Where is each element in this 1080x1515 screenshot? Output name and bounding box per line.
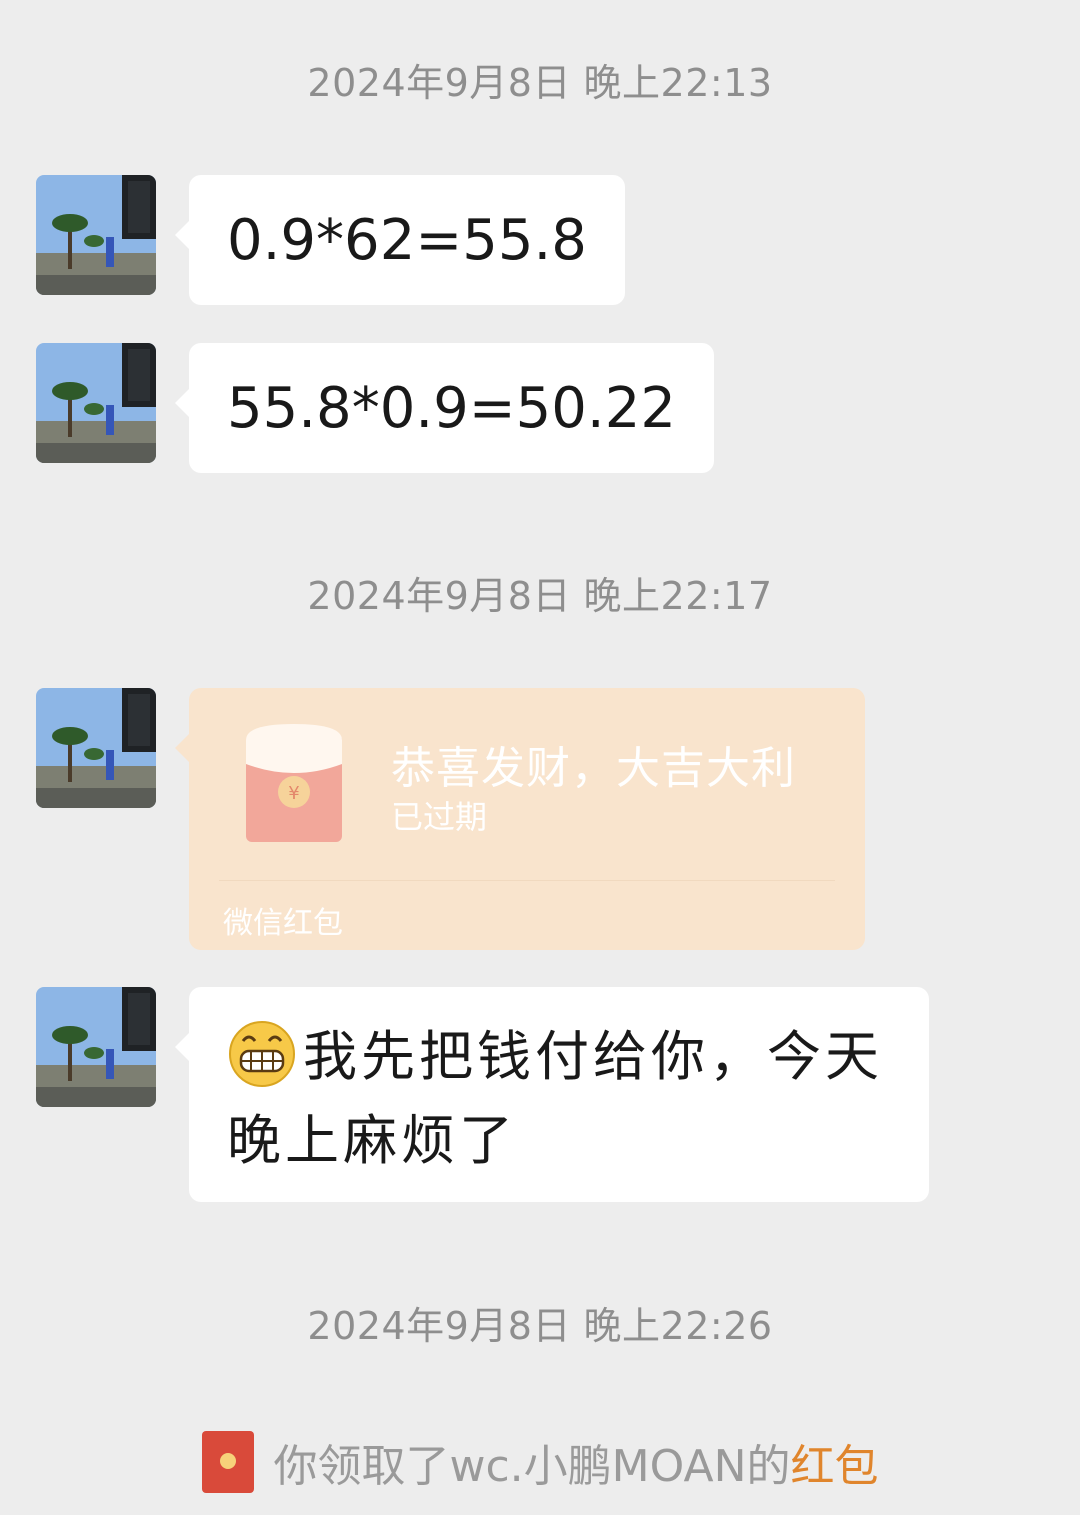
avatar-photo — [36, 175, 156, 295]
avatar[interactable] — [36, 688, 156, 808]
grin-emoji-icon — [229, 1021, 295, 1087]
message-text-line1: 我先把钱付给你，今天 — [303, 1025, 883, 1088]
message-line: 我先把钱付给你，今天 — [227, 1015, 891, 1099]
red-packet-status: 已过期 — [391, 798, 488, 836]
red-packet-message[interactable]: ¥ 恭喜发财，大吉大利 已过期 微信红包 — [175, 688, 865, 950]
svg-text:¥: ¥ — [288, 783, 299, 804]
divider — [219, 880, 835, 881]
timestamp: 2024年9月8日 晚上22:13 — [307, 61, 773, 105]
red-packet-title: 恭喜发财，大吉大利 — [391, 743, 796, 794]
avatar-photo — [36, 987, 156, 1107]
avatar[interactable] — [36, 343, 156, 463]
system-notice-text: 你领取了wc.小鹏MOAN的 — [273, 1441, 791, 1492]
system-notice: 你领取了wc.小鹏MOAN的 红包 — [0, 1430, 1080, 1494]
message-text-line2: 晚上麻烦了 — [227, 1109, 517, 1172]
message-bubble[interactable]: 55.8*0.9=50.22 — [175, 343, 714, 473]
timestamp: 2024年9月8日 晚上22:26 — [307, 1304, 773, 1348]
avatar[interactable] — [36, 987, 156, 1107]
message-text: 55.8*0.9=50.22 — [227, 375, 676, 441]
avatar-photo — [36, 343, 156, 463]
message-text: 0.9*62=55.8 — [227, 207, 587, 273]
red-packet-icon — [201, 1431, 254, 1493]
message-bubble[interactable]: 0.9*62=55.8 — [175, 175, 625, 305]
avatar-photo — [36, 688, 156, 808]
red-packet-icon: ¥ — [246, 724, 342, 842]
avatar[interactable] — [36, 175, 156, 295]
timestamp: 2024年9月8日 晚上22:17 — [307, 574, 773, 618]
red-packet-link[interactable]: 红包 — [791, 1430, 879, 1494]
message-bubble[interactable]: 我先把钱付给你，今天 晚上麻烦了 — [175, 987, 929, 1202]
red-packet-brand: 微信红包 — [223, 906, 343, 941]
